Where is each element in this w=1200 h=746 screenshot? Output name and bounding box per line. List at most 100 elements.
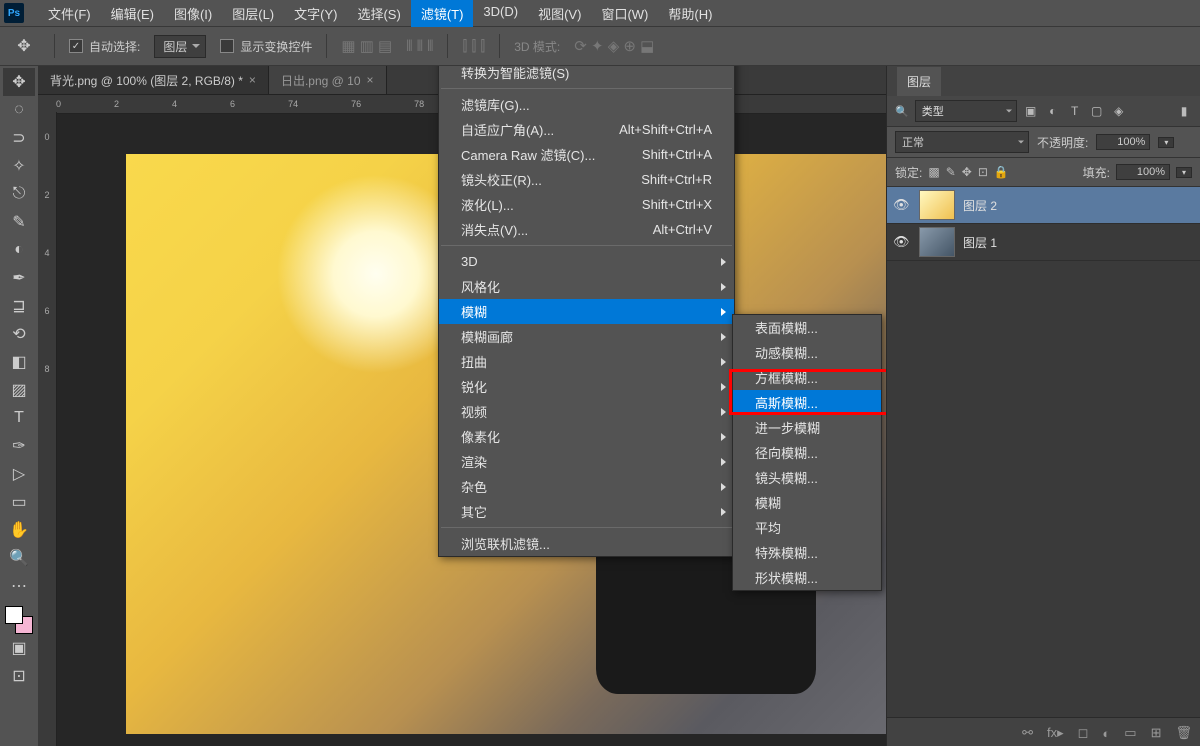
menu-item-像素化[interactable]: 像素化	[439, 424, 734, 449]
layers-tab[interactable]: 图层	[897, 67, 941, 96]
menu-视图[interactable]: 视图(V)	[528, 0, 591, 27]
magic-wand-tool[interactable]: ✧	[3, 152, 35, 180]
menu-item-特殊模糊...[interactable]: 特殊模糊...	[733, 540, 881, 565]
zoom-tool[interactable]: 🔍	[3, 544, 35, 572]
fill-stepper[interactable]: ▾	[1176, 167, 1192, 178]
filter-adjust-icon[interactable]: ◐	[1045, 103, 1061, 119]
menu-item-模糊[interactable]: 模糊	[733, 490, 881, 515]
layer-row[interactable]: 👁图层 1	[887, 224, 1200, 261]
more-tools[interactable]: ⋯	[3, 572, 35, 600]
pen-tool[interactable]: ✑	[3, 432, 35, 460]
menu-item-杂色[interactable]: 杂色	[439, 474, 734, 499]
layer-thumbnail[interactable]	[919, 227, 955, 257]
menu-帮助[interactable]: 帮助(H)	[658, 0, 722, 27]
menu-文字[interactable]: 文字(Y)	[284, 0, 347, 27]
menu-item-锐化[interactable]: 锐化	[439, 374, 734, 399]
quickmask-toggle[interactable]: ▣	[3, 634, 35, 662]
menu-item-视频[interactable]: 视频	[439, 399, 734, 424]
visibility-icon[interactable]: 👁	[893, 234, 911, 250]
menu-item-模糊[interactable]: 模糊	[439, 299, 734, 324]
filter-shape-icon[interactable]: ▢	[1089, 103, 1105, 119]
type-tool[interactable]: T	[3, 404, 35, 432]
crop-tool[interactable]: ⎋	[3, 180, 35, 208]
lock-artboard-icon[interactable]: ⊡	[978, 165, 988, 179]
gradient-tool[interactable]: ▨	[3, 376, 35, 404]
menu-item-转换为智能滤镜(S)[interactable]: 转换为智能滤镜(S)	[439, 66, 734, 85]
menu-item-滤镜库(G)...[interactable]: 滤镜库(G)...	[439, 92, 734, 117]
healing-tool[interactable]: ◐	[3, 236, 35, 264]
lasso-tool[interactable]: ⊃	[3, 124, 35, 152]
lock-brush-icon[interactable]: ✎	[946, 165, 956, 179]
layer-mask-icon[interactable]: ◻	[1078, 725, 1089, 741]
visibility-icon[interactable]: 👁	[893, 197, 911, 213]
close-icon[interactable]: ×	[367, 73, 374, 87]
menu-item-平均[interactable]: 平均	[733, 515, 881, 540]
menu-图层[interactable]: 图层(L)	[222, 0, 284, 27]
opacity-value[interactable]: 100%	[1096, 134, 1150, 150]
menu-item-径向模糊...[interactable]: 径向模糊...	[733, 440, 881, 465]
menu-item-自适应广角(A)...[interactable]: 自适应广角(A)...Alt+Shift+Ctrl+A	[439, 117, 734, 142]
menu-item-风格化[interactable]: 风格化	[439, 274, 734, 299]
menu-item-其它[interactable]: 其它	[439, 499, 734, 524]
auto-select-checkbox[interactable]: ✓	[69, 39, 83, 53]
color-swatches[interactable]	[5, 606, 33, 634]
menu-item-镜头校正(R)...[interactable]: 镜头校正(R)...Shift+Ctrl+R	[439, 167, 734, 192]
filter-pixel-icon[interactable]: ▣	[1023, 103, 1039, 119]
history-brush-tool[interactable]: ⟲	[3, 320, 35, 348]
path-tool[interactable]: ▷	[3, 460, 35, 488]
marquee-tool[interactable]: ◌	[3, 96, 35, 124]
menu-item-3D[interactable]: 3D	[439, 249, 734, 274]
target-dropdown[interactable]: 图层	[154, 35, 206, 58]
layer-row[interactable]: 👁图层 2	[887, 187, 1200, 224]
delete-layer-icon[interactable]: 🗑	[1175, 725, 1192, 741]
menu-item-表面模糊...[interactable]: 表面模糊...	[733, 315, 881, 340]
menu-选择[interactable]: 选择(S)	[347, 0, 410, 27]
document-tab[interactable]: 背光.png @ 100% (图层 2, RGB/8) *×	[38, 66, 269, 94]
menu-item-进一步模糊[interactable]: 进一步模糊	[733, 415, 881, 440]
auto-select-option[interactable]: ✓ 自动选择:	[69, 38, 140, 55]
menu-item-方框模糊...[interactable]: 方框模糊...	[733, 365, 881, 390]
fill-value[interactable]: 100%	[1116, 164, 1170, 180]
show-transform-checkbox[interactable]	[220, 39, 234, 53]
new-layer-icon[interactable]: ⊞	[1151, 725, 1162, 741]
eyedropper-tool[interactable]: ✎	[3, 208, 35, 236]
filter-type-icon[interactable]: T	[1067, 103, 1083, 119]
adjustment-layer-icon[interactable]: ◐	[1102, 726, 1110, 741]
layer-fx-icon[interactable]: fx▸	[1047, 725, 1064, 741]
move-tool[interactable]: ✥	[3, 68, 35, 96]
menu-滤镜[interactable]: 滤镜(T)	[411, 0, 474, 27]
filter-toggle[interactable]: ▮	[1176, 103, 1192, 119]
menu-item-动感模糊...[interactable]: 动感模糊...	[733, 340, 881, 365]
menu-3D[interactable]: 3D(D)	[473, 0, 528, 27]
menu-item-浏览联机滤镜...[interactable]: 浏览联机滤镜...	[439, 531, 734, 556]
menu-item-模糊画廊[interactable]: 模糊画廊	[439, 324, 734, 349]
document-tab[interactable]: 日出.png @ 10×	[269, 66, 387, 94]
menu-窗口[interactable]: 窗口(W)	[591, 0, 658, 27]
menu-编辑[interactable]: 编辑(E)	[101, 0, 164, 27]
eraser-tool[interactable]: ◧	[3, 348, 35, 376]
foreground-color[interactable]	[5, 606, 23, 624]
lock-all-icon[interactable]: 🔒	[994, 165, 1009, 179]
menu-item-消失点(V)...[interactable]: 消失点(V)...Alt+Ctrl+V	[439, 217, 734, 242]
menu-item-液化(L)...[interactable]: 液化(L)...Shift+Ctrl+X	[439, 192, 734, 217]
lock-transparent-icon[interactable]: ▩	[928, 165, 939, 179]
brush-tool[interactable]: ✒	[3, 264, 35, 292]
menu-item-高斯模糊...[interactable]: 高斯模糊...	[733, 390, 881, 415]
shape-tool[interactable]: ▭	[3, 488, 35, 516]
filter-smart-icon[interactable]: ◈	[1111, 103, 1127, 119]
menu-item-镜头模糊...[interactable]: 镜头模糊...	[733, 465, 881, 490]
stamp-tool[interactable]: ⊒	[3, 292, 35, 320]
hand-tool[interactable]: ✋	[3, 516, 35, 544]
menu-item-形状模糊...[interactable]: 形状模糊...	[733, 565, 881, 590]
show-transform-option[interactable]: 显示变换控件	[220, 38, 312, 55]
lock-position-icon[interactable]: ✥	[962, 165, 972, 179]
menu-图像[interactable]: 图像(I)	[164, 0, 222, 27]
menu-item-Camera Raw 滤镜(C)...[interactable]: Camera Raw 滤镜(C)...Shift+Ctrl+A	[439, 142, 734, 167]
blend-mode-dropdown[interactable]: 正常	[895, 131, 1029, 153]
close-icon[interactable]: ×	[249, 73, 256, 87]
layer-group-icon[interactable]: ▭	[1124, 725, 1136, 741]
menu-item-渲染[interactable]: 渲染	[439, 449, 734, 474]
layer-thumbnail[interactable]	[919, 190, 955, 220]
screenmode-toggle[interactable]: ⊡	[3, 662, 35, 690]
link-layers-icon[interactable]: ⚯	[1022, 725, 1033, 741]
